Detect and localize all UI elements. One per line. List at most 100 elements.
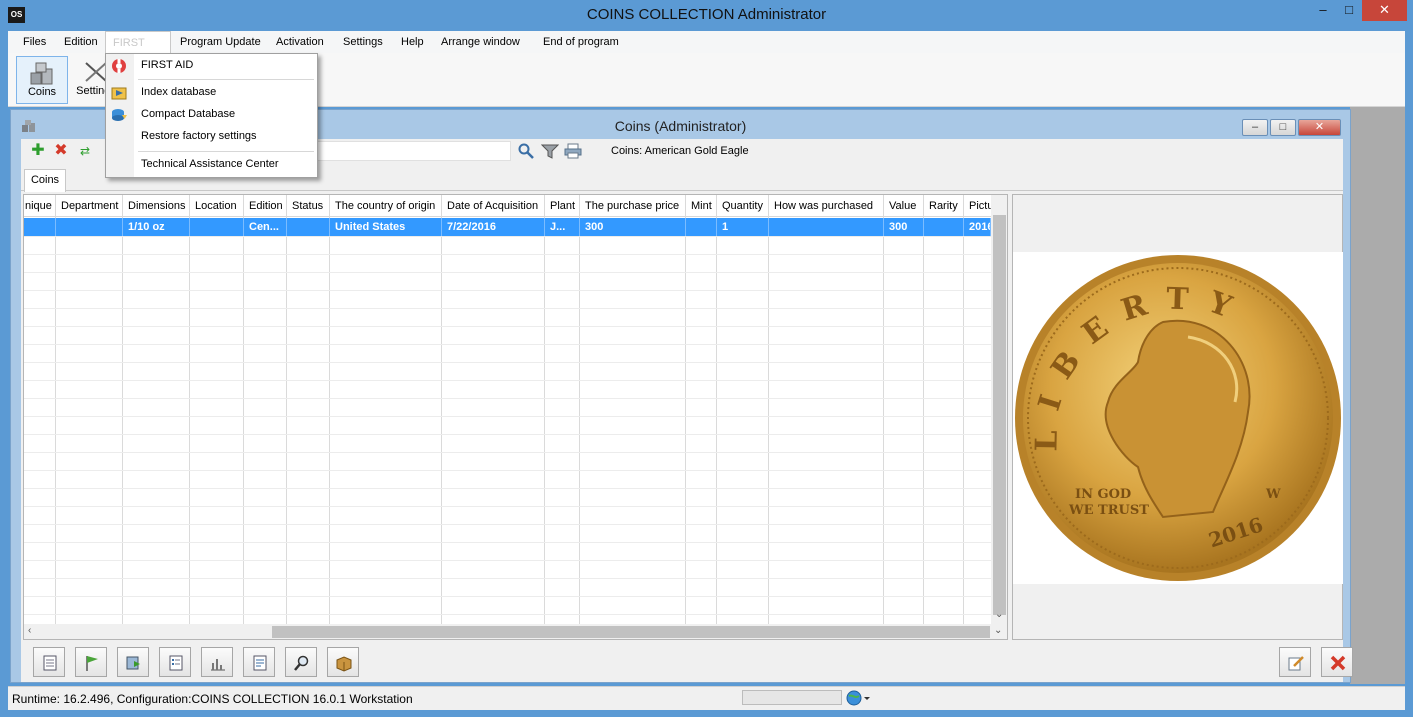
menu-end-of-program[interactable]: End of program bbox=[536, 31, 626, 53]
menu-item-technical-assistance-center[interactable]: Technical Assistance Center bbox=[106, 154, 317, 176]
col-line bbox=[243, 195, 244, 639]
edit-button[interactable] bbox=[1279, 647, 1311, 677]
export-button[interactable] bbox=[117, 647, 149, 677]
col-header-country-of-origin[interactable]: The country of origin bbox=[330, 195, 442, 217]
col-header-value[interactable]: Value bbox=[884, 195, 924, 217]
cell-plant[interactable]: J... bbox=[545, 218, 580, 236]
cell-mint[interactable] bbox=[686, 218, 717, 236]
export-icon bbox=[126, 656, 140, 670]
cell-dimensions[interactable]: 1/10 oz bbox=[123, 218, 190, 236]
menu-item-compact-database[interactable]: Compact Database bbox=[106, 104, 317, 126]
menu-help[interactable]: Help bbox=[394, 31, 431, 53]
cell-picture[interactable]: 2016 bbox=[964, 218, 991, 236]
menu-files[interactable]: Files bbox=[16, 31, 53, 53]
filter-icon[interactable] bbox=[541, 143, 559, 159]
coin-mint-mark: W bbox=[1265, 487, 1281, 502]
report-button[interactable] bbox=[33, 647, 65, 677]
row-line bbox=[24, 344, 991, 345]
vertical-scroll-thumb[interactable] bbox=[993, 215, 1006, 615]
col-header-picture[interactable]: Pictu bbox=[964, 195, 994, 217]
coins-child-window: Coins (Administrator) – □ ✕ ✚ ✖ ⇄ Coins:… bbox=[10, 109, 1353, 683]
child-maximize-button[interactable]: □ bbox=[1270, 119, 1296, 136]
close-button[interactable]: ✕ bbox=[1362, 0, 1407, 21]
col-header-quantity[interactable]: Quantity bbox=[717, 195, 769, 217]
table-row[interactable]: 1/10 oz Cen... United States 7/22/2016 J… bbox=[24, 218, 991, 236]
close-record-button[interactable] bbox=[1321, 647, 1353, 677]
archive-button[interactable] bbox=[327, 647, 359, 677]
cell-quantity[interactable]: 1 bbox=[717, 218, 769, 236]
col-header-plant[interactable]: Plant bbox=[545, 195, 580, 217]
col-line bbox=[963, 195, 964, 639]
horizontal-scroll-thumb[interactable] bbox=[272, 626, 990, 638]
delete-record-icon[interactable]: ✖ bbox=[52, 143, 70, 159]
list-view-button[interactable] bbox=[159, 647, 191, 677]
scroll-down-arrow[interactable]: ⌄ bbox=[994, 625, 1002, 636]
scroll-left-arrow[interactable]: ‹ bbox=[28, 625, 31, 636]
statistics-button[interactable] bbox=[201, 647, 233, 677]
col-header-mint[interactable]: Mint bbox=[686, 195, 717, 217]
cell-location[interactable] bbox=[190, 218, 244, 236]
col-header-how-purchased[interactable]: How was purchased bbox=[769, 195, 884, 217]
scroll-down-arrow[interactable]: ⌄ bbox=[995, 609, 1003, 620]
menu-item-first-aid[interactable]: FIRST AID bbox=[106, 55, 317, 77]
row-line bbox=[24, 542, 991, 543]
menu-item-index-database[interactable]: Index database bbox=[106, 82, 317, 104]
cell-unique[interactable] bbox=[24, 218, 56, 236]
print-icon[interactable] bbox=[564, 143, 582, 159]
search-icon[interactable] bbox=[517, 143, 535, 159]
col-header-status[interactable]: Status bbox=[287, 195, 330, 217]
add-record-icon[interactable]: ✚ bbox=[29, 143, 47, 159]
cell-rarity[interactable] bbox=[924, 218, 964, 236]
menu-item-label: Compact Database bbox=[141, 108, 236, 120]
menu-first-aid[interactable]: FIRST AID bbox=[105, 31, 171, 71]
col-header-department[interactable]: Department bbox=[56, 195, 123, 217]
child-minimize-button[interactable]: – bbox=[1242, 119, 1268, 136]
cell-edition[interactable]: Cen... bbox=[244, 218, 287, 236]
col-header-dimensions[interactable]: Dimensions bbox=[123, 195, 190, 217]
menu-arrange-window[interactable]: Arrange window bbox=[434, 31, 527, 53]
minimize-button[interactable]: – bbox=[1310, 0, 1336, 21]
cell-country-of-origin[interactable]: United States bbox=[330, 218, 442, 236]
col-header-purchase-price[interactable]: The purchase price bbox=[580, 195, 686, 217]
menu-edition[interactable]: Edition bbox=[57, 31, 105, 53]
coins-button[interactable]: Coins bbox=[16, 56, 68, 104]
coin-motto-line-2: WE TRUST bbox=[1068, 503, 1149, 518]
col-header-date-of-acquisition[interactable]: Date of Acquisition bbox=[442, 195, 545, 217]
title-bar[interactable]: OS COINS COLLECTION Administrator – □ ✕ bbox=[0, 0, 1413, 31]
row-line bbox=[24, 614, 991, 615]
refresh-icon[interactable]: ⇄ bbox=[76, 143, 94, 159]
menu-settings[interactable]: Settings bbox=[336, 31, 390, 53]
col-header-location[interactable]: Location bbox=[190, 195, 244, 217]
menu-item-restore-factory-settings[interactable]: Restore factory settings bbox=[106, 126, 317, 148]
maximize-button[interactable]: □ bbox=[1336, 0, 1362, 21]
cell-department[interactable] bbox=[56, 218, 123, 236]
details-button[interactable] bbox=[243, 647, 275, 677]
row-line bbox=[24, 236, 991, 237]
menu-bar: Files Edition FIRST AID Program Update A… bbox=[8, 31, 1405, 71]
flag-button[interactable] bbox=[75, 647, 107, 677]
col-header-edition[interactable]: Edition bbox=[244, 195, 287, 217]
col-line bbox=[768, 195, 769, 639]
menu-program-update[interactable]: Program Update bbox=[173, 31, 268, 53]
row-line bbox=[24, 272, 991, 273]
cell-how-purchased[interactable] bbox=[769, 218, 884, 236]
col-line bbox=[189, 195, 190, 639]
menu-activation[interactable]: Activation bbox=[269, 31, 331, 53]
find-button[interactable] bbox=[285, 647, 317, 677]
cell-date-of-acquisition[interactable]: 7/22/2016 bbox=[442, 218, 545, 236]
vertical-scrollbar[interactable]: ⌄ bbox=[991, 195, 1007, 624]
globe-icon[interactable] bbox=[846, 690, 872, 706]
horizontal-scrollbar[interactable]: ‹ ⌄ bbox=[24, 624, 1007, 639]
coins-grid[interactable]: nique Department Dimensions Location Edi… bbox=[23, 194, 1008, 640]
cell-status[interactable] bbox=[287, 218, 330, 236]
cell-purchase-price[interactable]: 300 bbox=[580, 218, 686, 236]
first-aid-dropdown: FIRST AID Index database Compact Databas… bbox=[105, 53, 318, 178]
coin-image[interactable]: IN GOD WE TRUST 2016 W LIBERTY bbox=[1013, 252, 1343, 584]
row-line bbox=[24, 488, 991, 489]
row-line bbox=[24, 506, 991, 507]
child-close-button[interactable]: ✕ bbox=[1298, 119, 1341, 136]
col-header-unique[interactable]: nique bbox=[24, 195, 56, 217]
tab-coins[interactable]: Coins bbox=[24, 169, 66, 192]
cell-value[interactable]: 300 bbox=[884, 218, 924, 236]
col-header-rarity[interactable]: Rarity bbox=[924, 195, 964, 217]
